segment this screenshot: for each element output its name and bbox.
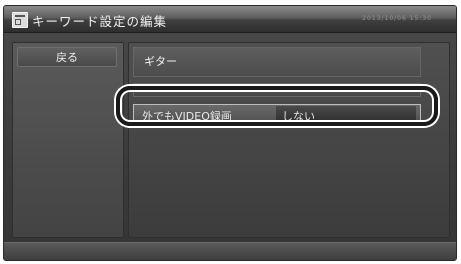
window-title: キーワード設定の編集 [32,14,168,29]
clock-text: 2013/10/06 15:30 [362,15,432,22]
highlight-callout [116,86,438,126]
keyword-heading: ギター [133,47,421,77]
sidebar: 戻る [12,42,124,238]
app-window: キーワード設定の編集 2013/10/06 15:30 戻る ギター 録画モード… [4,6,456,260]
title-bar: キーワード設定の編集 2013/10/06 15:30 [4,6,456,33]
back-button[interactable]: 戻る [17,47,117,67]
app-logo-icon [12,12,28,28]
settings-panel: ギター 録画モード ファインロング 外でもVIDEO録画 しない [128,42,450,238]
bottom-bar [4,242,456,260]
